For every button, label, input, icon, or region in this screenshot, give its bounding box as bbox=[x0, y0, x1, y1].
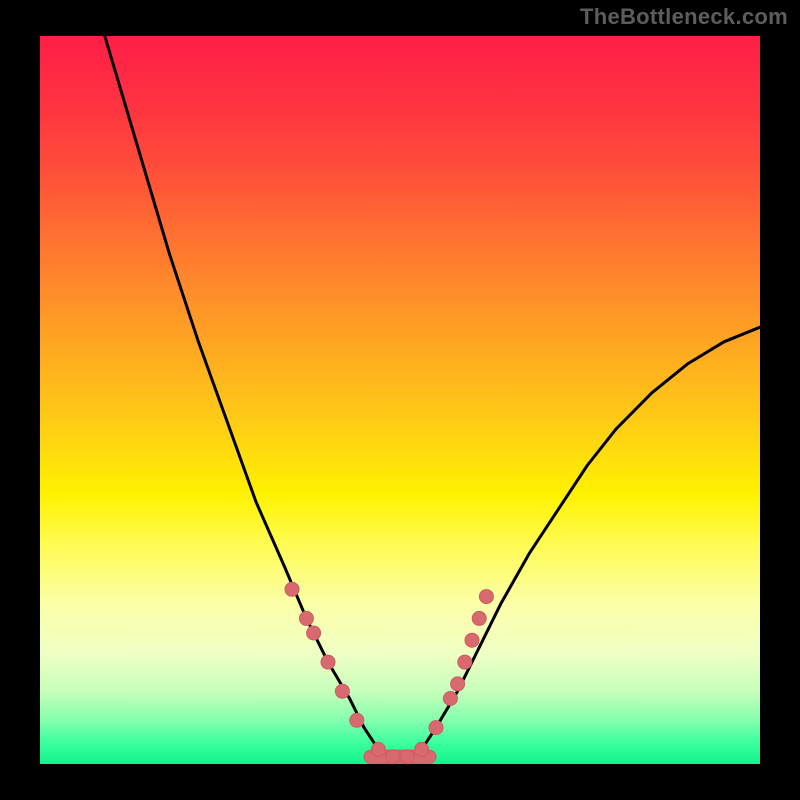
data-marker bbox=[400, 750, 414, 764]
data-marker bbox=[307, 626, 321, 640]
bottleneck-curve bbox=[105, 36, 760, 757]
data-marker bbox=[415, 742, 429, 756]
watermark-text: TheBottleneck.com bbox=[580, 4, 788, 30]
plot-area bbox=[40, 36, 760, 764]
data-marker bbox=[458, 655, 472, 669]
data-marker bbox=[443, 692, 457, 706]
data-markers bbox=[285, 582, 493, 763]
chart-frame: TheBottleneck.com bbox=[0, 0, 800, 800]
data-marker bbox=[386, 750, 400, 764]
data-marker bbox=[465, 633, 479, 647]
data-marker bbox=[350, 713, 364, 727]
data-marker bbox=[285, 582, 299, 596]
curve-path bbox=[105, 36, 760, 757]
data-marker bbox=[321, 655, 335, 669]
data-marker bbox=[479, 590, 493, 604]
data-marker bbox=[429, 721, 443, 735]
chart-svg bbox=[40, 36, 760, 764]
data-marker bbox=[299, 611, 313, 625]
data-marker bbox=[335, 684, 349, 698]
data-marker bbox=[472, 611, 486, 625]
data-marker bbox=[451, 677, 465, 691]
data-marker bbox=[371, 742, 385, 756]
